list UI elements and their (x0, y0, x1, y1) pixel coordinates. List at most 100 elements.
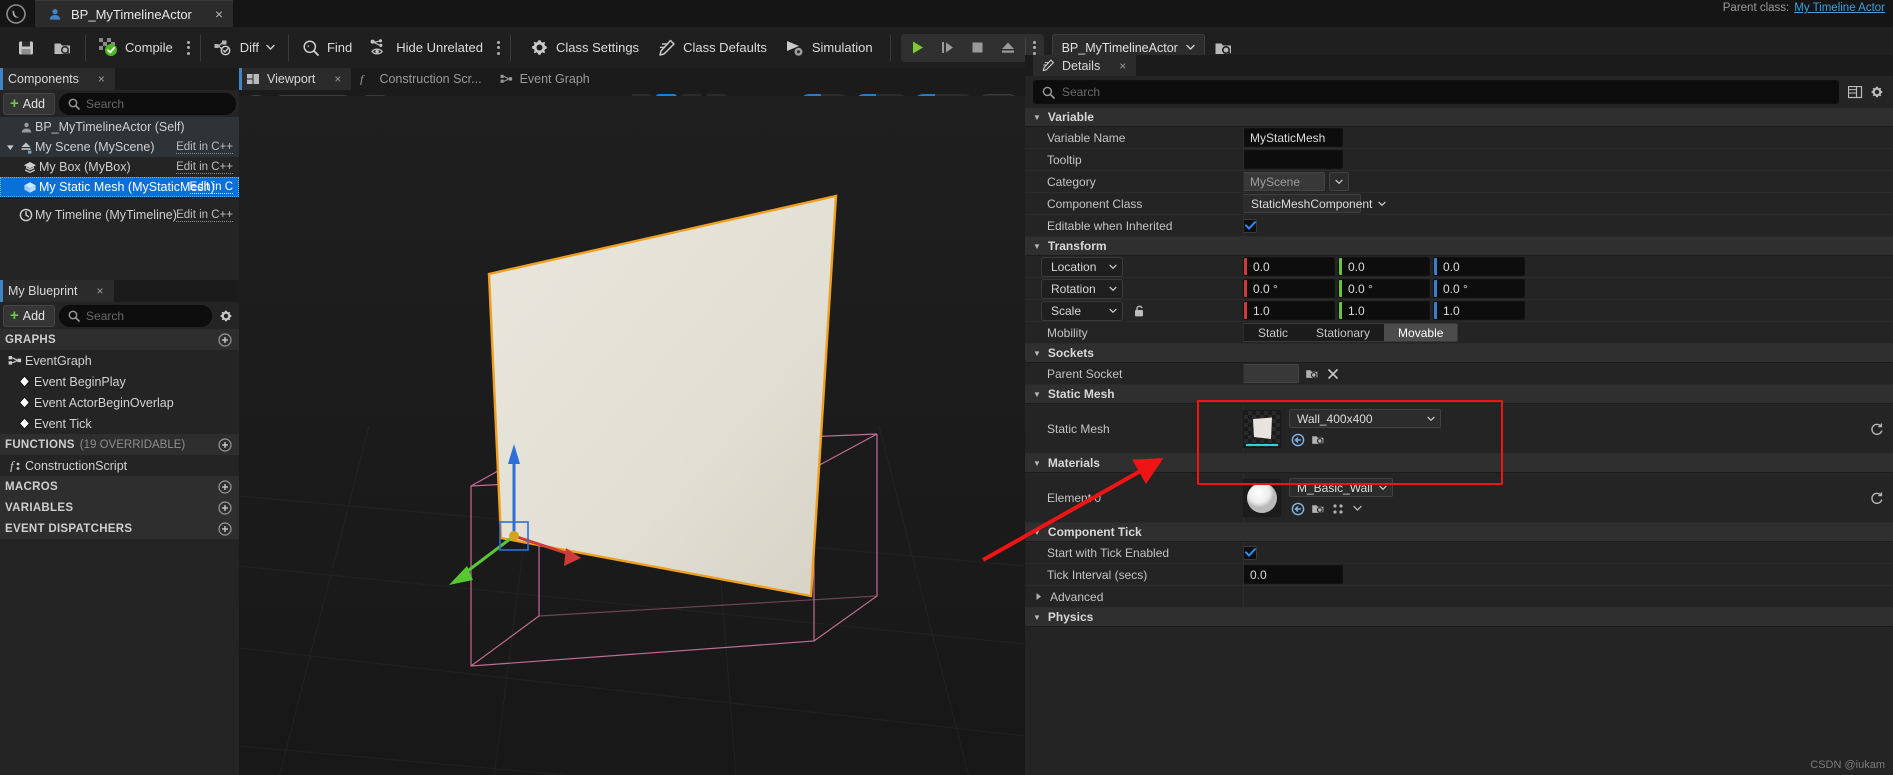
tab-viewport[interactable]: Viewport × (239, 68, 352, 90)
browse-material-icon[interactable] (1309, 500, 1326, 517)
category-dropdown-button[interactable] (1329, 172, 1349, 191)
settings-gear-icon[interactable] (1866, 80, 1888, 104)
hide-unrelated-button[interactable]: Hide Unrelated (361, 33, 492, 63)
tooltip-input[interactable] (1243, 150, 1343, 169)
location-z-input[interactable]: 0.0 (1433, 257, 1525, 276)
add-function-button[interactable] (218, 437, 232, 452)
component-row-mytimeline[interactable]: My Timeline (MyTimeline) Edit in C++ (0, 205, 239, 225)
tab-my-blueprint[interactable]: My Blueprint × (0, 280, 114, 302)
section-event-dispatchers[interactable]: EVENT DISPATCHERS (0, 518, 239, 539)
stop-button[interactable] (963, 35, 993, 61)
viewport-3d-canvas[interactable] (239, 96, 1025, 775)
rotation-z-input[interactable]: 0.0 ° (1433, 279, 1525, 298)
browse-asset-icon[interactable] (1309, 431, 1326, 448)
browse-content-button[interactable] (44, 33, 81, 63)
class-defaults-button[interactable]: Class Defaults (648, 33, 776, 63)
tick-interval-input[interactable]: 0.0 (1243, 565, 1343, 584)
tab-construction-script[interactable]: f Construction Scr... (351, 68, 492, 90)
components-search-input[interactable]: Search (59, 92, 236, 115)
section-variables[interactable]: VARIABLES (0, 497, 239, 518)
editable-when-inherited-checkbox[interactable] (1243, 218, 1257, 233)
tab-event-graph[interactable]: Event Graph (491, 68, 600, 90)
close-icon[interactable]: × (98, 72, 105, 86)
close-icon[interactable]: × (215, 6, 223, 22)
class-settings-button[interactable]: Class Settings (521, 33, 648, 63)
details-category-sockets[interactable]: ▼ Sockets (1025, 344, 1893, 363)
details-row-advanced[interactable]: Advanced (1025, 586, 1893, 608)
play-button[interactable] (903, 35, 933, 61)
close-icon[interactable]: × (1119, 59, 1126, 73)
scale-mode-dropdown[interactable]: Scale (1041, 300, 1123, 321)
material-dropdown-icon[interactable] (1349, 500, 1366, 517)
edit-in-cpp-link[interactable]: Edit in C++ (176, 161, 233, 174)
start-with-tick-enabled-checkbox[interactable] (1243, 545, 1257, 560)
edit-in-cpp-link[interactable]: Edit in C++ (176, 209, 233, 222)
category-value[interactable]: MyScene (1243, 172, 1325, 191)
component-row-self[interactable]: BP_MyTimelineActor (Self) (0, 117, 239, 137)
details-category-component-tick[interactable]: ▼ Component Tick (1025, 523, 1893, 542)
add-event-dispatcher-button[interactable] (218, 521, 232, 536)
reset-static-mesh-icon[interactable] (1868, 420, 1885, 437)
function-item-constructionscript[interactable]: f ConstructionScript (0, 455, 239, 476)
section-graphs[interactable]: GRAPHS (0, 329, 239, 350)
details-search-input[interactable]: Search (1033, 80, 1839, 104)
use-selected-material-icon[interactable] (1289, 500, 1306, 517)
add-graph-button[interactable] (218, 332, 232, 347)
rotation-y-input[interactable]: 0.0 ° (1338, 279, 1430, 298)
tab-components[interactable]: Components × (0, 68, 115, 90)
scale-y-input[interactable]: 1.0 (1338, 301, 1430, 320)
add-variable-button[interactable] (218, 500, 232, 515)
material-asset-dropdown[interactable]: M_Basic_Wall (1289, 478, 1393, 497)
parent-class-link[interactable]: My Timeline Actor (1794, 2, 1885, 14)
details-category-physics[interactable]: ▼ Physics (1025, 608, 1893, 627)
browse-socket-icon[interactable] (1303, 365, 1320, 382)
compile-options-kebab[interactable] (182, 34, 196, 62)
use-selected-asset-icon[interactable] (1289, 431, 1306, 448)
scale-z-input[interactable]: 1.0 (1433, 301, 1525, 320)
component-row-mybox[interactable]: My Box (MyBox) Edit in C++ (0, 157, 239, 177)
component-row-mystaticmesh[interactable]: My Static Mesh (MyStaticMesh) Edit in C (0, 177, 239, 197)
add-blueprint-item-button[interactable]: + Add (3, 304, 56, 327)
mobility-static-button[interactable]: Static (1244, 324, 1303, 341)
static-mesh-asset-dropdown[interactable]: Wall_400x400 (1289, 409, 1441, 428)
my-blueprint-search-input[interactable]: Search (59, 304, 212, 327)
details-category-variable[interactable]: ▼ Variable (1025, 108, 1893, 127)
tab-details[interactable]: Details × (1033, 55, 1137, 76)
simulation-button[interactable]: Simulation (776, 33, 882, 63)
clear-socket-icon[interactable] (1324, 365, 1341, 382)
reset-material-icon[interactable] (1868, 489, 1885, 506)
section-functions[interactable]: FUNCTIONS (19 OVERRIDABLE) (0, 434, 239, 455)
close-icon[interactable]: × (334, 72, 341, 86)
details-category-materials[interactable]: ▼ Materials (1025, 454, 1893, 473)
mobility-stationary-button[interactable]: Stationary (1302, 324, 1385, 341)
compile-button[interactable]: Compile (90, 33, 182, 63)
rotation-mode-dropdown[interactable]: Rotation (1041, 278, 1123, 299)
graph-item-event-beginplay[interactable]: Event BeginPlay (0, 371, 239, 392)
edit-in-cpp-link[interactable]: Edit in C++ (176, 141, 233, 154)
mesh-thumbnail[interactable] (1243, 409, 1281, 448)
parent-socket-field[interactable] (1243, 364, 1299, 383)
graph-item-event-tick[interactable]: Event Tick (0, 413, 239, 434)
mobility-movable-button[interactable]: Movable (1384, 324, 1458, 341)
hide-unrelated-options-kebab[interactable] (492, 34, 506, 62)
component-class-dropdown[interactable]: StaticMeshComponent (1243, 194, 1387, 213)
my-blueprint-settings-gear-icon[interactable] (216, 305, 236, 327)
location-x-input[interactable]: 0.0 (1243, 257, 1335, 276)
graph-item-event-actorbeginoverlap[interactable]: Event ActorBeginOverlap (0, 392, 239, 413)
save-button[interactable] (8, 33, 44, 63)
scale-x-input[interactable]: 1.0 (1243, 301, 1335, 320)
details-category-transform[interactable]: ▼ Transform (1025, 237, 1893, 256)
close-icon[interactable]: × (96, 284, 103, 298)
rotation-x-input[interactable]: 0.0 ° (1243, 279, 1335, 298)
step-button[interactable] (933, 35, 963, 61)
eject-button[interactable] (993, 35, 1023, 61)
variable-name-input[interactable]: MyStaticMesh (1243, 128, 1343, 147)
add-macro-button[interactable] (218, 479, 232, 494)
diff-button[interactable]: Diff (205, 33, 284, 63)
section-macros[interactable]: MACROS (0, 476, 239, 497)
expand-arrow-icon[interactable] (4, 143, 17, 152)
component-row-myscene[interactable]: My Scene (MyScene) Edit in C++ (0, 137, 239, 157)
material-sphere-thumbnail[interactable] (1243, 478, 1281, 517)
chevron-right-icon[interactable] (1035, 592, 1043, 601)
document-tab-blueprint[interactable]: BP_MyTimelineActor × (35, 0, 234, 27)
